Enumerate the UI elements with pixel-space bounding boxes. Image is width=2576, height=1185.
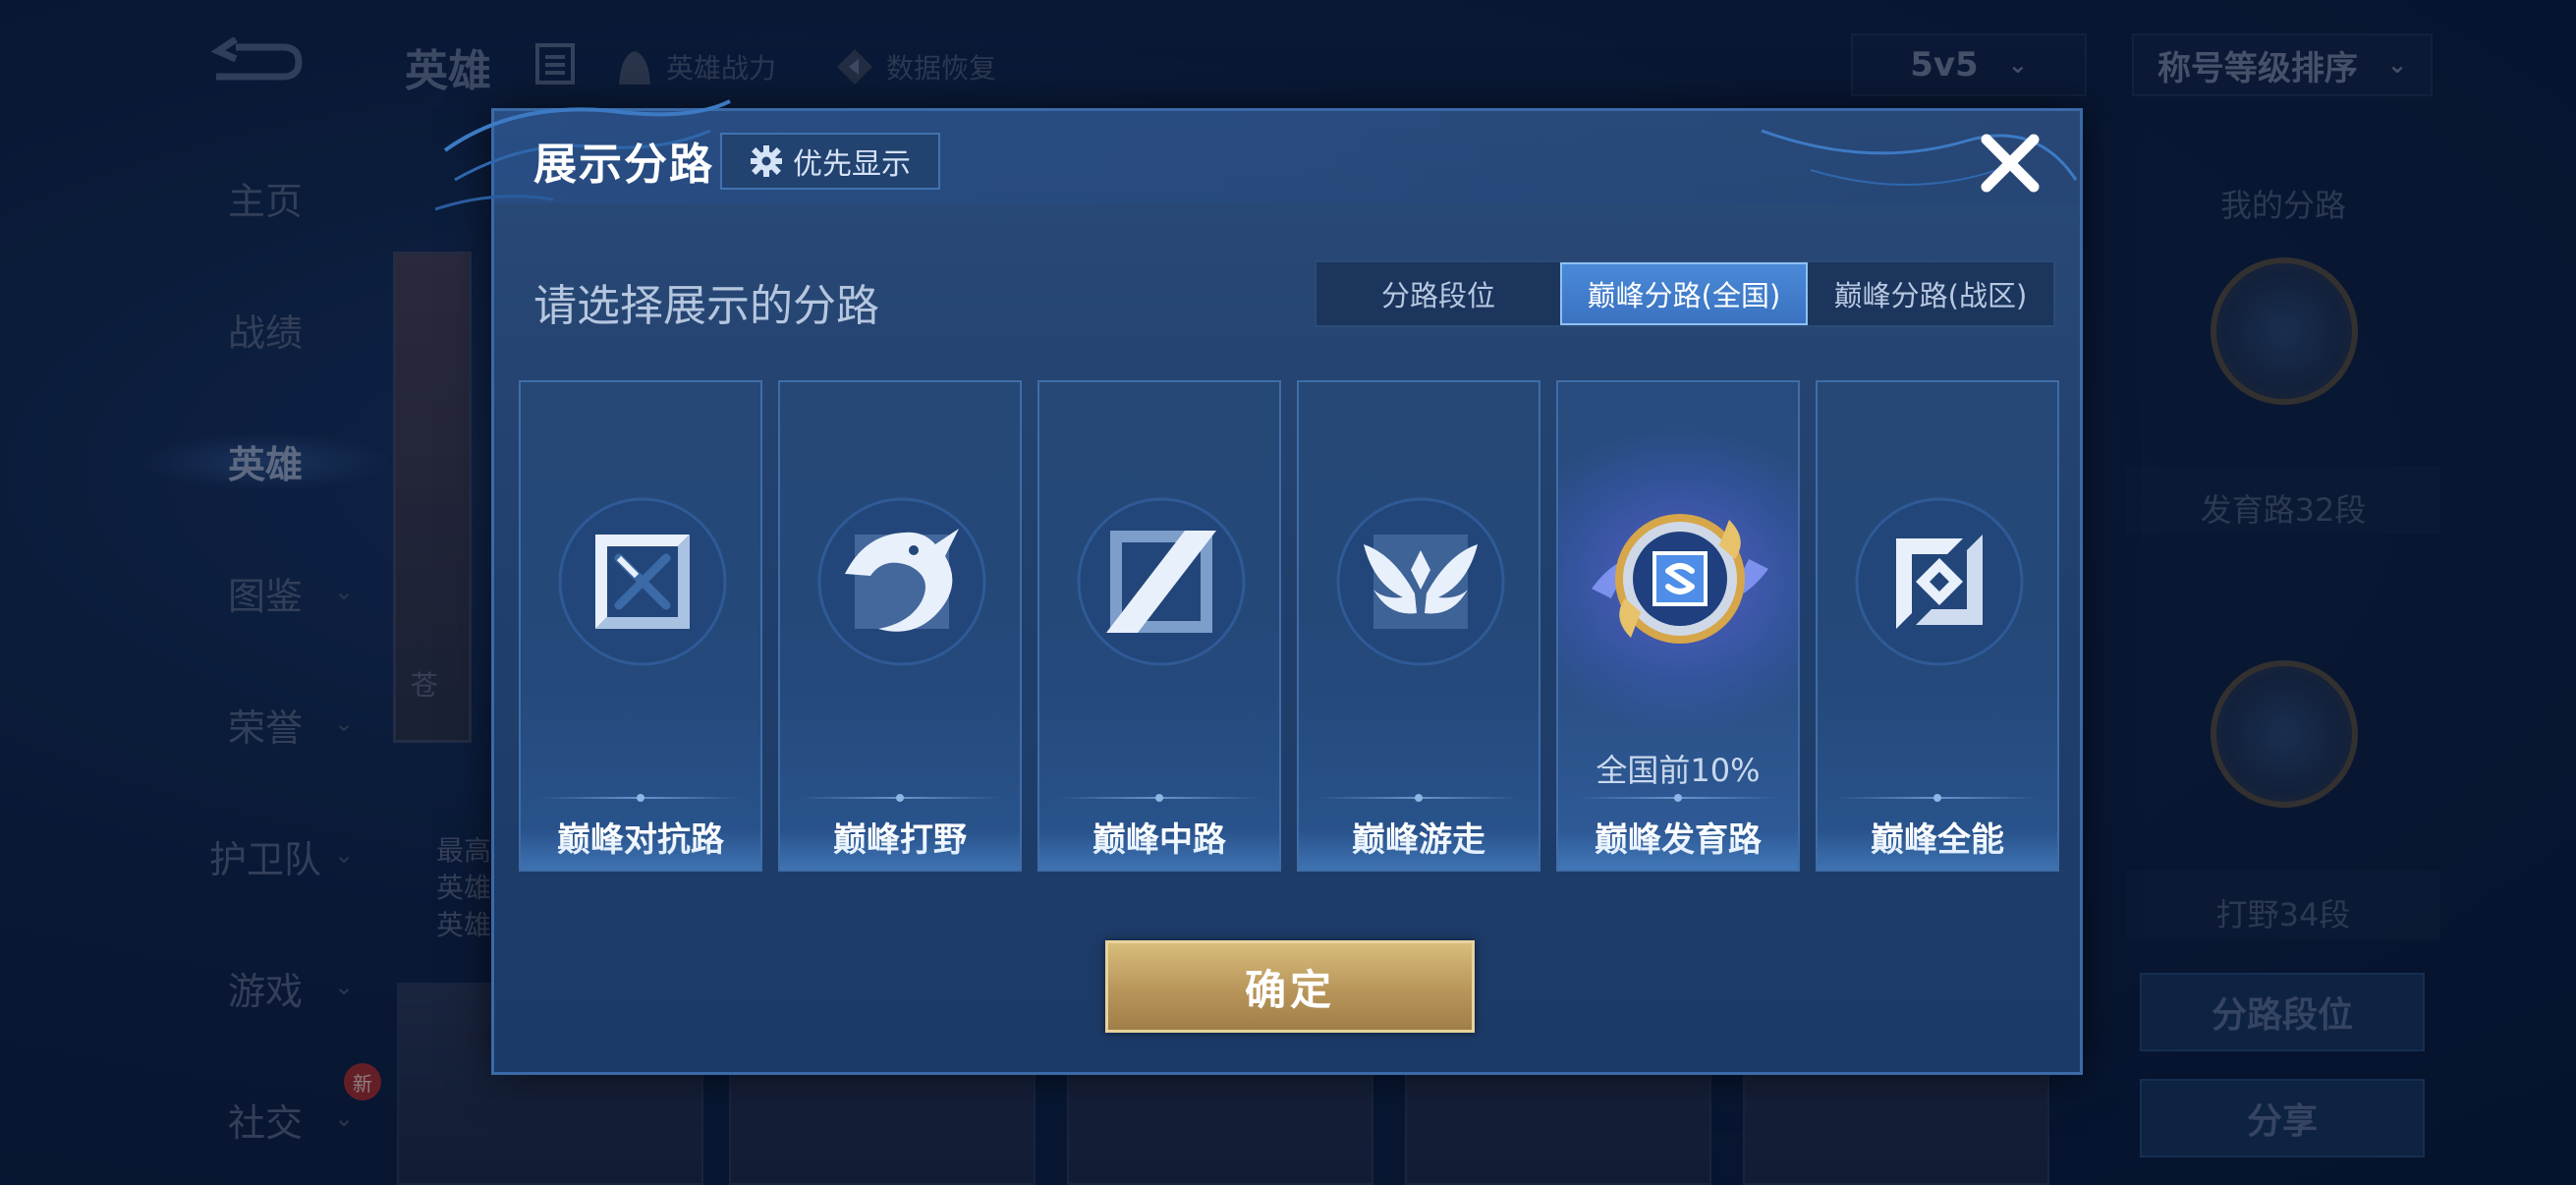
- lane-label: 巅峰发育路: [1595, 820, 1762, 860]
- jungle-dragon-icon: [817, 497, 986, 666]
- lane-option-mid[interactable]: 巅峰中路: [1037, 380, 1281, 872]
- display-lane-dialog: 展示分路 优先显示 请选择展示的分路 分路段位 巅峰分路(全国) 巅峰分路(战区…: [435, 99, 2083, 1075]
- close-icon: [1981, 134, 2040, 193]
- lane-divider: [1837, 794, 2038, 802]
- lane-divider: [1318, 794, 1519, 802]
- lane-divider: [1578, 794, 1778, 802]
- tab-lane-rank[interactable]: 分路段位: [1316, 262, 1560, 325]
- all-round-icon: [1855, 497, 2024, 666]
- lane-label: 巅峰游走: [1352, 820, 1485, 860]
- roam-wings-icon: [1336, 497, 1505, 666]
- lane-rank-text: 全国前10%: [1596, 752, 1761, 789]
- farm-lane-badge-icon: [1592, 514, 1768, 644]
- clash-lane-icon: [558, 497, 727, 666]
- lane-label: 巅峰打野: [833, 820, 967, 860]
- lane-label: 巅峰全能: [1871, 820, 2004, 860]
- lane-label: 巅峰对抗路: [557, 820, 724, 860]
- lane-divider: [540, 794, 741, 802]
- lane-tabs: 分路段位 巅峰分路(全国) 巅峰分路(战区): [1315, 260, 2055, 327]
- lane-label: 巅峰中路: [1092, 820, 1226, 860]
- lane-option-farm[interactable]: 全国前10% 巅峰发育路: [1556, 380, 1800, 872]
- gear-icon: [751, 145, 782, 177]
- lane-divider: [1059, 794, 1260, 802]
- lane-option-clash[interactable]: 巅峰对抗路: [519, 380, 762, 872]
- mid-lane-icon: [1077, 497, 1246, 666]
- lane-option-jungle[interactable]: 巅峰打野: [778, 380, 1022, 872]
- select-lane-prompt: 请选择展示的分路: [533, 281, 879, 331]
- tab-peak-lane-national[interactable]: 巅峰分路(全国): [1560, 262, 1808, 325]
- dialog-title: 展示分路: [533, 140, 714, 190]
- lane-options: 巅峰对抗路 巅峰打野 巅峰中路 巅峰游走 全国前10% 巅峰发育路 巅峰全能: [519, 380, 2061, 872]
- lane-option-all-round[interactable]: 巅峰全能: [1816, 380, 2059, 872]
- tab-peak-lane-region[interactable]: 巅峰分路(战区): [1808, 262, 2053, 325]
- priority-display-label: 优先显示: [793, 147, 911, 182]
- lane-divider: [800, 794, 1000, 802]
- confirm-button[interactable]: 确定: [1105, 940, 1475, 1033]
- close-button[interactable]: [1976, 129, 2044, 198]
- lane-option-roam[interactable]: 巅峰游走: [1297, 380, 1540, 872]
- priority-display-button[interactable]: 优先显示: [720, 133, 940, 190]
